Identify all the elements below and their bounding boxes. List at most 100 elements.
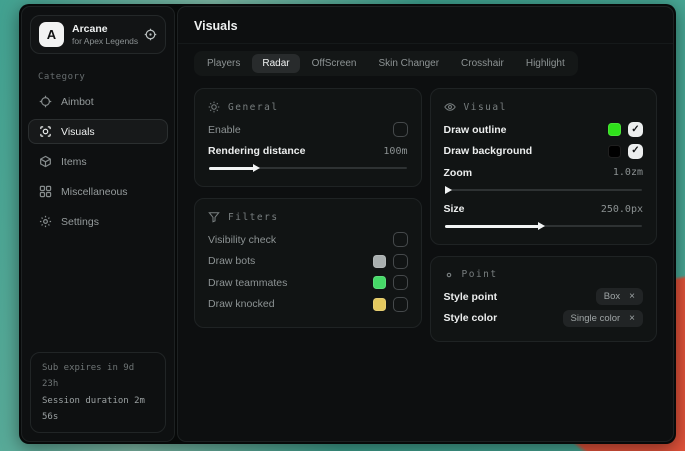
tabbar-wrap: Players Radar OffScreen Skin Changer Cro… [178, 44, 673, 78]
draw-outline-color-swatch[interactable] [608, 123, 621, 136]
arcane-window: A Arcane for Apex Legends Category [19, 4, 676, 444]
visual-panel-title: Visual [444, 101, 644, 113]
subscription-info: Sub expires in 9d 23h Session duration 2… [30, 352, 166, 433]
zoom-label: Zoom [444, 167, 473, 179]
slider-thumb[interactable] [445, 186, 452, 194]
visual-panel: Visual Draw outline Draw background [430, 88, 658, 245]
draw-outline-checkbox[interactable] [628, 122, 643, 137]
sidebar-item-items[interactable]: Items [28, 149, 168, 174]
point-panel-title: Point [444, 269, 644, 280]
close-icon[interactable]: × [629, 313, 635, 324]
style-point-value: Box [604, 291, 620, 302]
desktop-background: A Arcane for Apex Legends Category [0, 0, 685, 451]
rendering-distance-label: Rendering distance [208, 145, 305, 157]
tab-highlight[interactable]: Highlight [516, 54, 575, 73]
size-label: Size [444, 203, 465, 215]
tab-skin-changer[interactable]: Skin Changer [368, 54, 449, 73]
style-color-label: Style color [444, 312, 498, 324]
draw-knocked-checkbox[interactable] [393, 297, 408, 312]
draw-bots-row: Draw bots [208, 251, 408, 273]
rendering-distance-row: Rendering distance 100m [208, 141, 408, 163]
target-icon[interactable] [144, 28, 157, 41]
enable-label: Enable [208, 124, 241, 136]
draw-background-checkbox[interactable] [628, 144, 643, 159]
draw-knocked-color-swatch[interactable] [373, 298, 386, 311]
draw-bots-color-swatch[interactable] [373, 255, 386, 268]
draw-teammates-row: Draw teammates [208, 272, 408, 294]
visibility-check-checkbox[interactable] [393, 232, 408, 247]
main-panel: Visuals Players Radar OffScreen Skin Cha… [177, 6, 674, 442]
general-panel: General Enable Rendering distance 100m [194, 88, 422, 187]
point-icon [444, 270, 454, 280]
sun-icon [208, 101, 220, 113]
style-color-row: Style color Single color × [444, 308, 644, 330]
sidebar-item-label: Visuals [61, 126, 95, 138]
draw-outline-row: Draw outline [444, 119, 644, 141]
visibility-check-row: Visibility check [208, 229, 408, 251]
content: General Enable Rendering distance 100m [178, 78, 673, 352]
style-point-select[interactable]: Box × [596, 288, 643, 305]
gear-icon [39, 215, 52, 228]
draw-outline-label: Draw outline [444, 124, 507, 136]
app-subtitle: for Apex Legends [72, 36, 136, 47]
draw-teammates-checkbox[interactable] [393, 275, 408, 290]
slider-thumb[interactable] [538, 222, 545, 230]
crosshair-icon [39, 95, 52, 108]
close-icon[interactable]: × [629, 291, 635, 302]
sidebar-item-aimbot[interactable]: Aimbot [28, 89, 168, 114]
app-meta: Arcane for Apex Legends [72, 23, 136, 47]
sidebar-item-miscellaneous[interactable]: Miscellaneous [28, 179, 168, 204]
size-row: Size 250.0px [444, 199, 644, 221]
sidebar: A Arcane for Apex Legends Category [21, 6, 175, 442]
app-header: A Arcane for Apex Legends [30, 15, 166, 54]
point-panel: Point Style point Box × Style color [430, 256, 658, 342]
page-title: Visuals [178, 7, 673, 44]
sidebar-item-settings[interactable]: Settings [28, 209, 168, 234]
tab-crosshair[interactable]: Crosshair [451, 54, 514, 73]
size-slider[interactable] [445, 222, 643, 231]
tab-offscreen[interactable]: OffScreen [302, 54, 367, 73]
enable-checkbox[interactable] [393, 122, 408, 137]
draw-bots-checkbox[interactable] [393, 254, 408, 269]
sidebar-item-label: Aimbot [61, 96, 94, 108]
sidebar-item-label: Items [61, 156, 87, 168]
filters-panel: Filters Visibility check Draw bots [194, 198, 422, 328]
sidebar-nav: Aimbot Visuals [22, 89, 174, 234]
slider-fill [209, 167, 254, 170]
scan-icon [39, 125, 52, 138]
zoom-slider[interactable] [445, 186, 643, 195]
size-value: 250.0px [601, 204, 643, 215]
left-column: General Enable Rendering distance 100m [194, 88, 422, 328]
slider-fill [445, 225, 540, 228]
filters-panel-title: Filters [208, 211, 408, 223]
draw-teammates-color-swatch[interactable] [373, 276, 386, 289]
filter-icon [208, 211, 220, 223]
style-color-select[interactable]: Single color × [563, 310, 643, 327]
draw-bots-label: Draw bots [208, 255, 255, 267]
box-icon [39, 155, 52, 168]
zoom-value: 1.0zm [613, 167, 643, 178]
draw-knocked-row: Draw knocked [208, 294, 408, 316]
draw-knocked-label: Draw knocked [208, 298, 275, 310]
slider-fill [445, 188, 447, 191]
tabbar: Players Radar OffScreen Skin Changer Cro… [194, 51, 578, 76]
style-point-label: Style point [444, 291, 498, 303]
rendering-distance-slider[interactable] [209, 164, 407, 173]
draw-teammates-label: Draw teammates [208, 277, 287, 289]
grid-icon [39, 185, 52, 198]
style-point-row: Style point Box × [444, 286, 644, 308]
tab-players[interactable]: Players [197, 54, 250, 73]
sidebar-item-visuals[interactable]: Visuals [28, 119, 168, 144]
general-panel-title: General [208, 101, 408, 113]
eye-icon [444, 101, 456, 113]
app-logo: A [39, 22, 64, 47]
slider-thumb[interactable] [253, 164, 260, 172]
sidebar-item-label: Miscellaneous [61, 186, 128, 198]
visibility-check-label: Visibility check [208, 234, 276, 246]
draw-background-color-swatch[interactable] [608, 145, 621, 158]
right-column: Visual Draw outline Draw background [430, 88, 658, 342]
sidebar-item-label: Settings [61, 216, 99, 228]
sub-expires-text: Sub expires in 9d 23h [42, 360, 154, 392]
app-title: Arcane [72, 23, 136, 36]
tab-radar[interactable]: Radar [252, 54, 299, 73]
